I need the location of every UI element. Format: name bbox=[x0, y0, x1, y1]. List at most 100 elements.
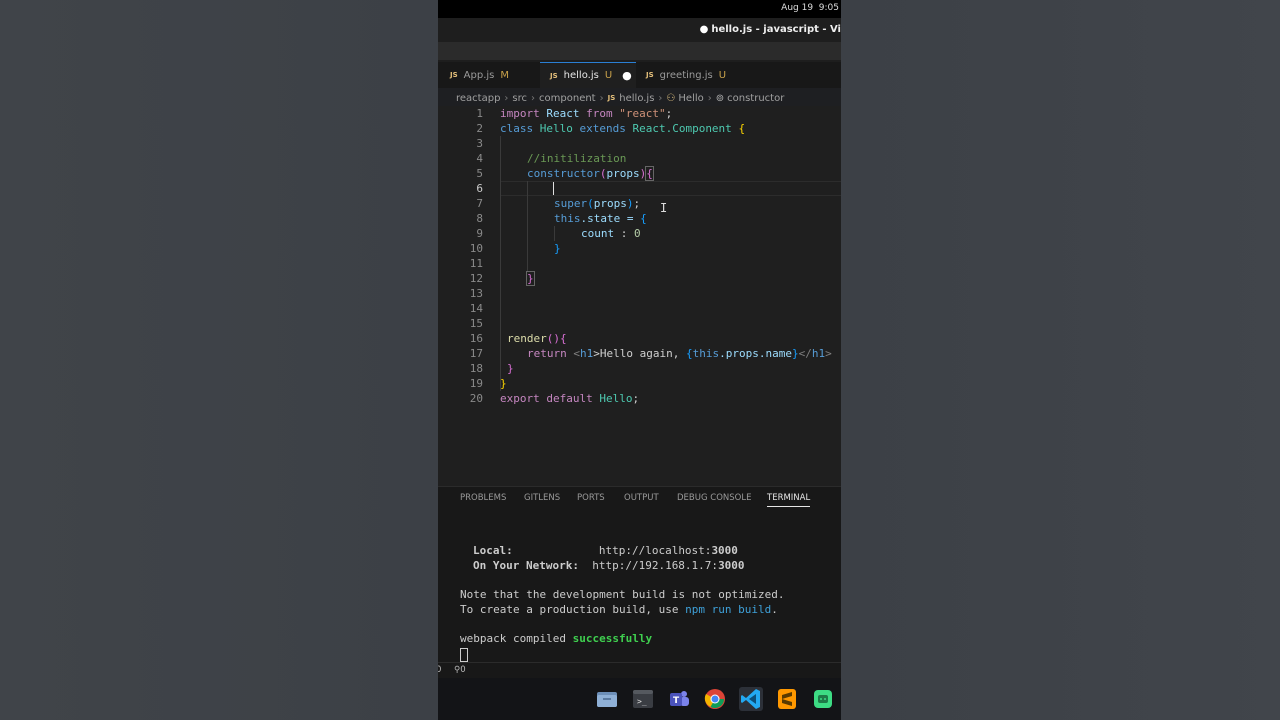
js-file-icon: JS bbox=[550, 71, 558, 80]
tab-debug-console[interactable]: DEBUG CONSOLE bbox=[677, 493, 751, 503]
breadcrumb-item[interactable]: src bbox=[512, 93, 527, 104]
line-number[interactable]: 11 bbox=[438, 256, 483, 271]
vscode-screen: Aug 19 9:05 ● hello.js - javascript - Vi … bbox=[438, 0, 841, 720]
tab-gitlens[interactable]: GITLENS bbox=[524, 493, 560, 503]
taskbar-dock: >_ T bbox=[438, 678, 841, 720]
js-file-icon: JS bbox=[450, 71, 458, 79]
terminal-cursor bbox=[460, 648, 468, 662]
code-line-20: export default Hello; bbox=[500, 392, 640, 405]
class-symbol-icon: ⚇ bbox=[666, 92, 676, 104]
android-studio-icon[interactable] bbox=[811, 687, 835, 711]
tab-hello-js[interactable]: JS hello.js U ● bbox=[540, 62, 636, 88]
breadcrumb: reactapp › src › component › JS hello.js… bbox=[456, 90, 784, 106]
chevron-right-icon: › bbox=[504, 92, 509, 104]
indent-guide bbox=[527, 181, 528, 271]
chevron-right-icon: › bbox=[707, 92, 712, 104]
terminal-icon[interactable]: >_ bbox=[631, 687, 655, 711]
ibeam-pointer-icon: I bbox=[660, 201, 668, 215]
files-icon[interactable] bbox=[595, 687, 619, 711]
git-badge: U bbox=[604, 70, 613, 81]
line-number[interactable]: 19 bbox=[438, 376, 483, 391]
vscode-icon[interactable] bbox=[739, 687, 763, 711]
system-clock[interactable]: Aug 19 9:05 bbox=[781, 3, 839, 13]
menu-strip bbox=[438, 42, 841, 60]
code-line-5: constructor(props){ bbox=[527, 166, 654, 181]
terminal-network-line: On Your Network: http://192.168.1.7:3000 bbox=[473, 559, 745, 572]
code-line-18: } bbox=[507, 362, 514, 375]
code-line-8: this.state = { bbox=[554, 212, 647, 225]
tab-terminal[interactable]: TERMINAL bbox=[767, 493, 811, 507]
breadcrumb-item[interactable]: Hello bbox=[678, 93, 703, 104]
desktop-background-left bbox=[0, 0, 438, 720]
breadcrumb-item[interactable]: constructor bbox=[727, 93, 784, 104]
line-number[interactable]: 2 bbox=[438, 121, 483, 136]
breadcrumb-item[interactable]: reactapp bbox=[456, 93, 500, 104]
tab-ports[interactable]: PORTS bbox=[577, 493, 605, 503]
line-number[interactable]: 14 bbox=[438, 301, 483, 316]
breadcrumb-item[interactable]: component bbox=[539, 93, 596, 104]
code-line-1: import React from "react"; bbox=[500, 107, 673, 120]
line-number[interactable]: 3 bbox=[438, 136, 483, 151]
code-line-9: count : 0 bbox=[581, 227, 641, 240]
line-number[interactable]: 18 bbox=[438, 361, 483, 376]
current-line-highlight bbox=[500, 181, 841, 196]
status-errors[interactable]: 0 bbox=[438, 665, 441, 675]
teams-icon[interactable]: T bbox=[667, 687, 691, 711]
sublime-icon[interactable] bbox=[775, 687, 799, 711]
chevron-right-icon: › bbox=[658, 92, 663, 104]
window-title: ● hello.js - javascript - Vi bbox=[699, 24, 841, 35]
terminal-local-line: Local: http://localhost:3000 bbox=[473, 544, 738, 557]
code-line-2: class Hello extends React.Component { bbox=[500, 122, 746, 135]
desktop-background-right bbox=[841, 0, 1280, 720]
terminal[interactable]: Local: http://localhost:3000 On Your Net… bbox=[438, 508, 841, 662]
panel-tabs: PROBLEMS GITLENS PORTS OUTPUT DEBUG CONS… bbox=[438, 486, 841, 509]
chrome-icon[interactable] bbox=[703, 687, 727, 711]
code-line-10: } bbox=[554, 242, 561, 255]
line-number[interactable]: 17 bbox=[438, 346, 483, 361]
line-number[interactable]: 6 bbox=[438, 181, 483, 196]
terminal-note-line: Note that the development build is not o… bbox=[460, 588, 785, 601]
text-cursor bbox=[553, 182, 554, 195]
line-number[interactable]: 1 bbox=[438, 106, 483, 121]
tab-app-js[interactable]: JS App.js M bbox=[450, 62, 540, 88]
method-symbol-icon: ⊚ bbox=[715, 92, 725, 104]
modified-dot-icon[interactable]: ● bbox=[622, 69, 632, 82]
terminal-compiled-line: webpack compiled successfully bbox=[460, 632, 653, 645]
line-number[interactable]: 5 bbox=[438, 166, 483, 181]
chevron-right-icon: › bbox=[531, 92, 536, 104]
line-number[interactable]: 12 bbox=[438, 271, 483, 286]
git-badge: U bbox=[718, 69, 727, 81]
svg-text:>_: >_ bbox=[637, 697, 647, 706]
code-line-7: super(props); bbox=[554, 197, 641, 210]
tab-greeting-js[interactable]: JS greeting.js U bbox=[646, 62, 756, 88]
js-file-icon: JS bbox=[607, 94, 616, 102]
line-number[interactable]: 16 bbox=[438, 331, 483, 346]
code-editor[interactable]: 1 2 3 4 5 6 7 8 9 10 11 12 13 14 15 16 17 18 19 20 import R… bbox=[438, 106, 841, 486]
indent-guide bbox=[554, 226, 555, 241]
line-number[interactable]: 20 bbox=[438, 391, 483, 406]
tab-output[interactable]: OUTPUT bbox=[624, 493, 659, 503]
svg-text:T: T bbox=[673, 696, 680, 706]
line-number[interactable]: 7 bbox=[438, 196, 483, 211]
code-line-19: } bbox=[500, 377, 507, 390]
status-bar: 0 ⚲0 bbox=[438, 662, 841, 679]
line-number[interactable]: 8 bbox=[438, 211, 483, 226]
breadcrumb-item[interactable]: hello.js bbox=[619, 93, 654, 104]
window-title-bar: ● hello.js - javascript - Vi bbox=[438, 18, 841, 42]
unsaved-dot-icon: ● bbox=[699, 24, 709, 35]
tab-problems[interactable]: PROBLEMS bbox=[460, 493, 506, 503]
code-line-12: } bbox=[526, 271, 535, 286]
code-line-4: //initilization bbox=[527, 152, 627, 165]
line-number[interactable]: 4 bbox=[438, 151, 483, 166]
tab-label: greeting.js bbox=[659, 69, 713, 81]
code-line-16: render(){ bbox=[507, 332, 567, 345]
tab-label: hello.js bbox=[563, 70, 599, 81]
code-line-17: return <h1>Hello again, {this.props.name… bbox=[527, 347, 832, 360]
line-number[interactable]: 9 bbox=[438, 226, 483, 241]
editor-tabs: JS App.js M JS hello.js U ● JS greeting.… bbox=[438, 62, 841, 88]
tab-label: App.js bbox=[463, 69, 495, 81]
line-number[interactable]: 13 bbox=[438, 286, 483, 301]
status-ports[interactable]: ⚲0 bbox=[454, 665, 466, 675]
line-number[interactable]: 10 bbox=[438, 241, 483, 256]
line-number[interactable]: 15 bbox=[438, 316, 483, 331]
